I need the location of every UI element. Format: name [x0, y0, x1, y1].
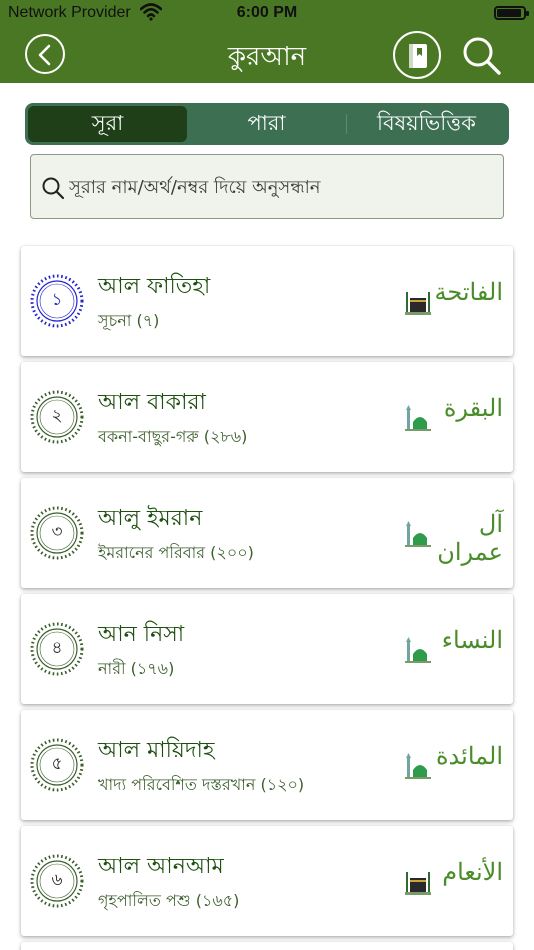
surah-arabic-name: الأنعام: [442, 858, 503, 886]
surah-row[interactable]: ১ আল ফাতিহা সূচনা (৭) الفاتحة: [21, 246, 513, 356]
surah-arabic-name: آل عمران: [437, 510, 503, 566]
surah-number: ৪: [51, 638, 63, 658]
quran-book-icon: [409, 44, 427, 68]
surah-number: ২: [51, 406, 63, 426]
tab-bar: সূরা পারা বিষয়ভিত্তিক: [25, 103, 509, 145]
surah-number-medallion: ৪: [27, 619, 87, 679]
surah-name: আলু ইমরান: [98, 506, 203, 531]
surah-number-medallion: ৫: [27, 735, 87, 795]
search-icon: [42, 177, 65, 200]
surah-meaning: গৃহপালিত পশু (১৬৫): [98, 891, 240, 910]
page-title: কুরআন: [227, 42, 307, 72]
search-input[interactable]: [69, 174, 489, 200]
surah-number: ৬: [51, 870, 63, 890]
status-bar: Network Provider 6:00 PM: [0, 0, 534, 28]
battery-icon: [494, 6, 529, 20]
tab-topics[interactable]: বিষয়ভিত্তিক: [347, 106, 506, 142]
tab-para[interactable]: পারা: [187, 106, 346, 142]
nav-bar: কুরআন: [0, 28, 534, 83]
surah-name: আল ফাতিহা: [98, 274, 211, 299]
bookmark-button[interactable]: [393, 31, 441, 79]
surah-number: ১: [51, 290, 63, 310]
surah-row[interactable]: ৪ আন নিসা নারী (১৭৬) النساء: [21, 594, 513, 704]
tab-surah[interactable]: সূরা: [28, 106, 187, 142]
surah-meaning: ইমরানের পরিবার (২০০): [98, 543, 254, 562]
surah-name: আল বাকারা: [98, 390, 206, 415]
surah-meaning: বকনা-বাছুর-গরু (২৮৬): [98, 427, 248, 446]
surah-row-partial[interactable]: [21, 942, 513, 950]
surah-meaning: সূচনা (৭): [98, 311, 160, 330]
surah-name: আল মায়িদাহ: [98, 738, 215, 763]
surah-arabic-name: الفاتحة: [434, 278, 503, 306]
surah-number: ৩: [51, 522, 63, 542]
surah-arabic-name: النساء: [441, 626, 503, 654]
surah-arabic-name: البقرة: [443, 394, 503, 422]
clock: 6:00 PM: [236, 4, 298, 21]
surah-number-medallion: ৩: [27, 503, 87, 563]
surah-name: আল আনআম: [98, 854, 224, 879]
search-icon: [463, 37, 501, 75]
surah-number-medallion: ১: [27, 271, 87, 331]
surah-number-medallion: ২: [27, 387, 87, 447]
search-box: [30, 154, 504, 219]
surah-row[interactable]: ৬ আল আনআম গৃহপালিত পশু (১৬৫) الأنعام: [21, 826, 513, 936]
surah-row[interactable]: ৫ আল মায়িদাহ খাদ্য পরিবেশিত দস্তরখান (১…: [21, 710, 513, 820]
search-button[interactable]: [460, 34, 504, 78]
surah-row[interactable]: ২ আল বাকারা বকনা-বাছুর-গরু (২৮৬) البقرة: [21, 362, 513, 472]
surah-number-medallion: ৬: [27, 851, 87, 911]
surah-name: আন নিসা: [98, 622, 185, 647]
surah-meaning: খাদ্য পরিবেশিত দস্তরখান (১২০): [98, 775, 305, 794]
surah-meaning: নারী (১৭৬): [98, 659, 175, 678]
surah-arabic-name: المائدة: [435, 742, 503, 770]
surah-number: ৫: [51, 754, 63, 774]
surah-row[interactable]: ৩ আলু ইমরান ইমরানের পরিবার (২০০) آل عمرا…: [21, 478, 513, 588]
